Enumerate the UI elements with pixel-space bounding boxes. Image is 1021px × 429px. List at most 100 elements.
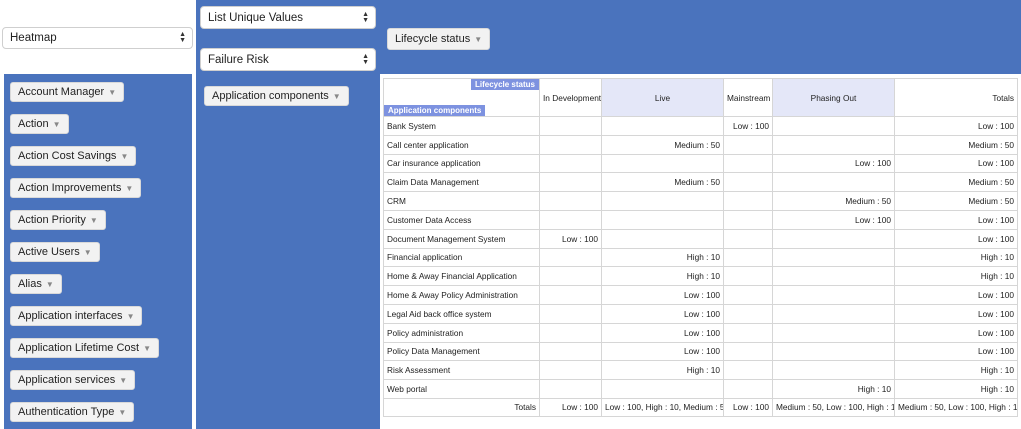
table-cell	[772, 247, 895, 268]
value-attribute-select-value: Failure Risk	[208, 53, 269, 66]
table-cell: High : 10	[894, 379, 1018, 399]
attribute-pill-label: Application Lifetime Cost	[18, 342, 140, 354]
table-cell	[723, 134, 773, 155]
row-header: Policy Data Management	[383, 341, 540, 362]
column-header-in-development: In Development	[539, 78, 602, 117]
row-header: Customer Data Access	[383, 209, 540, 230]
select-arrows-icon: ▲ ▼	[362, 52, 369, 66]
table-cell	[772, 285, 895, 305]
caret-down-icon[interactable]: ▼	[119, 376, 127, 385]
column-attribute-label: Lifecycle status	[395, 33, 471, 45]
table-cell	[723, 191, 773, 211]
table-cell: Low : 100	[894, 209, 1018, 230]
attribute-pill[interactable]: Action Priority ▼	[10, 210, 106, 230]
attribute-pill[interactable]: Alias ▼	[10, 274, 62, 294]
table-cell	[601, 228, 724, 249]
table-row: Risk Assessment High : 10 High : 10	[383, 360, 1018, 381]
attribute-pill[interactable]: Action Improvements ▼	[10, 178, 142, 198]
row-header: Document Management System	[383, 228, 540, 249]
column-header-live: Live	[601, 78, 724, 117]
caret-down-icon[interactable]: ▼	[108, 88, 116, 97]
pivot-table-area: Lifecycle status Application components …	[383, 78, 1018, 420]
caret-down-icon[interactable]: ▼	[90, 216, 98, 225]
table-cell	[772, 116, 895, 136]
attribute-pill[interactable]: Active Users ▼	[10, 242, 100, 262]
caret-down-icon[interactable]: ▼	[84, 248, 92, 257]
attribute-pill-label: Action Priority	[18, 214, 86, 226]
row-header: Bank System	[383, 116, 540, 136]
renderer-select-value: Heatmap	[10, 32, 57, 44]
table-cell	[601, 116, 724, 136]
table-cell	[601, 379, 724, 399]
table-row: Home & Away Policy Administration Low : 1…	[383, 285, 1018, 305]
caret-down-icon[interactable]: ▼	[118, 408, 126, 417]
table-cell	[539, 322, 602, 343]
table-cell: Low : 100	[601, 303, 724, 324]
caret-down-icon[interactable]: ▼	[127, 312, 135, 321]
table-cell	[772, 134, 895, 155]
attribute-pill-label: Alias	[18, 278, 42, 290]
table-cell	[539, 172, 602, 193]
attribute-pill[interactable]: Action Cost Savings ▼	[10, 146, 137, 166]
table-cell	[723, 341, 773, 362]
caret-down-icon[interactable]: ▼	[125, 184, 133, 193]
row-header: Web portal	[383, 379, 540, 399]
table-cell	[723, 285, 773, 305]
totals-cell: Low : 100	[539, 397, 602, 417]
table-cell	[723, 303, 773, 324]
row-header: Risk Assessment	[383, 360, 540, 381]
table-row: Financial application High : 10 High : 10	[383, 247, 1018, 268]
attribute-pill[interactable]: Application services ▼	[10, 370, 136, 390]
caret-down-icon[interactable]: ▼	[53, 120, 61, 129]
attribute-pill-label: Action Cost Savings	[18, 150, 117, 162]
table-cell: Low : 100	[894, 116, 1018, 136]
unused-attributes-list: Account Manager ▼ Action ▼ Action Cost Savin…	[4, 74, 192, 429]
attribute-pill[interactable]: Application interfaces ▼	[10, 306, 143, 326]
row-header: Home & Away Financial Application	[383, 266, 540, 287]
column-header-mainstream: Mainstream	[723, 78, 773, 117]
table-row: Document Management System Low : 100 Low :…	[383, 228, 1018, 249]
table-cell	[772, 360, 895, 381]
value-attribute-select[interactable]: Failure Risk ▲ ▼	[200, 48, 376, 71]
caret-down-icon[interactable]: ▼	[120, 152, 128, 161]
caret-down-icon[interactable]: ▼	[143, 344, 151, 353]
table-cell	[539, 191, 602, 211]
renderer-select[interactable]: Heatmap ▲ ▼	[2, 27, 193, 49]
table-cell	[539, 153, 602, 174]
row-attribute-pill[interactable]: Application components ▼	[204, 86, 349, 106]
table-cell: Low : 100	[894, 322, 1018, 343]
attribute-pill-label: Action Improvements	[18, 182, 122, 194]
table-cell	[539, 379, 602, 399]
attribute-pill[interactable]: Account Manager ▼	[10, 82, 125, 102]
caret-down-icon[interactable]: ▼	[333, 92, 341, 101]
row-header: CRM	[383, 191, 540, 211]
table-cell	[539, 116, 602, 136]
attribute-pill[interactable]: Action ▼	[10, 114, 69, 134]
table-cell	[539, 209, 602, 230]
pivot-table: Lifecycle status Application components …	[383, 78, 1018, 417]
table-row: Policy administration Low : 100 Low : 100	[383, 322, 1018, 343]
table-cell	[772, 228, 895, 249]
row-header: Legal Aid back office system	[383, 303, 540, 324]
table-row: Customer Data Access Low : 100 Low : 100	[383, 209, 1018, 230]
aggregator-select[interactable]: List Unique Values ▲ ▼	[200, 6, 376, 29]
table-cell: High : 10	[894, 360, 1018, 381]
table-cell: Low : 100	[772, 153, 895, 174]
aggregator-select-value: List Unique Values	[208, 11, 304, 24]
table-cell	[772, 341, 895, 362]
attribute-pill-label: Application services	[18, 374, 116, 386]
table-cell: Low : 100	[894, 228, 1018, 249]
caret-down-icon[interactable]: ▼	[474, 35, 482, 44]
row-header: Car insurance application	[383, 153, 540, 174]
caret-down-icon[interactable]: ▼	[46, 280, 54, 289]
attribute-pill[interactable]: Authentication Type ▼	[10, 402, 135, 422]
attribute-pill[interactable]: Application Lifetime Cost ▼	[10, 338, 159, 358]
table-row: Call center application Medium : 50 Medium…	[383, 134, 1018, 155]
table-cell	[539, 247, 602, 268]
row-header: Financial application	[383, 247, 540, 268]
column-attribute-pill[interactable]: Lifecycle status ▼	[387, 28, 491, 50]
table-cell: Low : 100	[894, 285, 1018, 305]
table-cell: Medium : 50	[894, 134, 1018, 155]
table-cell	[601, 153, 724, 174]
select-arrows-icon: ▲ ▼	[179, 31, 186, 44]
